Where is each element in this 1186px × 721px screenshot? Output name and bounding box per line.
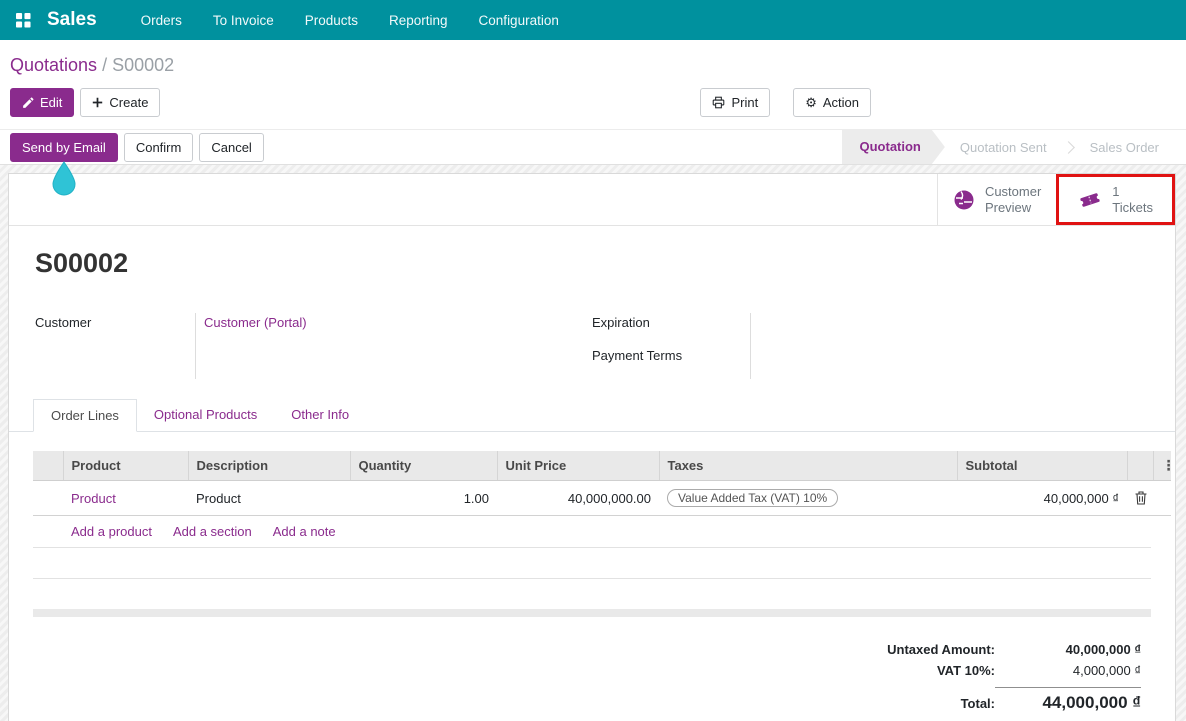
breadcrumb-separator: / xyxy=(102,55,112,75)
statusbar-buttons: Send by Email Confirm Cancel xyxy=(10,133,264,162)
tap-indicator-drop-icon xyxy=(49,160,79,198)
breadcrumb: Quotations / S00002 xyxy=(10,54,1176,76)
top-navbar: Sales Orders To Invoice Products Reporti… xyxy=(0,0,1186,40)
expiration-field-label: Expiration xyxy=(592,313,750,346)
nav-item-reporting[interactable]: Reporting xyxy=(389,13,448,28)
order-line-subtotal: 40,000,000 ₫ xyxy=(957,481,1127,516)
customer-preview-button[interactable]: Customer Preview xyxy=(937,174,1056,225)
vat-value: 4,000,000 ₫ xyxy=(995,663,1141,678)
nav-item-configuration[interactable]: Configuration xyxy=(479,13,559,28)
stat-button-box: Customer Preview 1 Tickets xyxy=(9,174,1175,226)
table-footer-links: Add a product Add a section Add a note xyxy=(33,516,1151,548)
pencil-icon xyxy=(22,97,34,109)
order-line-unit-price: 40,000,000.00 xyxy=(497,481,659,516)
form-sheet: Customer Preview 1 Tickets xyxy=(8,173,1176,721)
description-column-header: Description xyxy=(188,451,350,481)
field-group-right: Expiration Payment Terms xyxy=(592,313,1149,379)
send-by-email-button[interactable]: Send by Email xyxy=(10,133,118,162)
sales-quotation-page: Sales Orders To Invoice Products Reporti… xyxy=(0,0,1186,721)
gear-icon: ⚙ xyxy=(805,96,817,109)
customer-field-value[interactable]: Customer (Portal) xyxy=(204,315,307,330)
expiration-field-value xyxy=(759,313,1149,346)
printer-icon xyxy=(712,96,725,109)
unit-price-column-header: Unit Price xyxy=(497,451,659,481)
section-divider xyxy=(33,609,1151,617)
handle-column-header xyxy=(33,451,63,481)
control-panel-buttons: Edit Create Print ⚙ Action xyxy=(10,88,1176,129)
optional-columns-button[interactable]: ⋮ xyxy=(1153,451,1171,481)
totals-panel: Untaxed Amount: 40,000,000 ₫ VAT 10%: 4,… xyxy=(801,639,1141,716)
statusbar: Send by Email Confirm Cancel Quotation Q… xyxy=(0,129,1186,165)
row-handle-cell xyxy=(33,481,63,516)
status-step-quotation[interactable]: Quotation xyxy=(842,130,945,164)
add-a-note-link[interactable]: Add a note xyxy=(273,524,336,539)
tax-badge: Value Added Tax (VAT) 10% xyxy=(667,489,838,507)
payment-terms-field-value xyxy=(759,346,1149,379)
apps-grid-icon[interactable] xyxy=(16,13,31,28)
globe-icon xyxy=(953,189,975,211)
nav-item-to-invoice[interactable]: To Invoice xyxy=(213,13,274,28)
annotation-red-box: 1 Tickets xyxy=(1056,174,1175,225)
print-button[interactable]: Print xyxy=(700,88,770,117)
table-header-row: Product Description Quantity Unit Price … xyxy=(33,451,1171,481)
confirm-button[interactable]: Confirm xyxy=(124,133,194,162)
customer-field-label: Customer xyxy=(35,313,195,346)
add-a-product-link[interactable]: Add a product xyxy=(71,524,152,539)
ticket-icon xyxy=(1078,189,1102,211)
record-name: S00002 xyxy=(35,248,1175,279)
tab-order-lines[interactable]: Order Lines xyxy=(33,399,137,432)
untaxed-amount-label: Untaxed Amount: xyxy=(801,642,995,657)
untaxed-amount-value: 40,000,000 ₫ xyxy=(995,642,1141,657)
action-button[interactable]: ⚙ Action xyxy=(793,88,871,117)
edit-button[interactable]: Edit xyxy=(10,88,74,117)
app-name[interactable]: Sales xyxy=(47,9,97,31)
record-actions: Print ⚙ Action xyxy=(700,88,871,117)
order-line-quantity: 1.00 xyxy=(350,481,497,516)
order-line-row[interactable]: Product Product 1.00 40,000,000.00 Value… xyxy=(33,481,1171,516)
add-a-section-link[interactable]: Add a section xyxy=(173,524,252,539)
control-panel: Quotations / S00002 Edit Create Print xyxy=(0,40,1186,129)
breadcrumb-current: S00002 xyxy=(112,55,174,75)
customer-preview-label: Customer Preview xyxy=(985,184,1041,215)
nav-menu: Orders To Invoice Products Reporting Con… xyxy=(141,13,559,28)
vat-label: VAT 10%: xyxy=(801,663,995,678)
trash-icon xyxy=(1135,491,1145,505)
cancel-button[interactable]: Cancel xyxy=(199,133,263,162)
total-label: Total: xyxy=(801,696,995,711)
tickets-stat-button[interactable]: 1 Tickets xyxy=(1059,177,1172,222)
payment-terms-field-label: Payment Terms xyxy=(592,346,750,379)
status-pipeline: Quotation Quotation Sent Sales Order xyxy=(842,130,1175,164)
order-lines-table: Product Description Quantity Unit Price … xyxy=(33,451,1171,516)
subtotal-column-header: Subtotal xyxy=(957,451,1127,481)
trash-column-header xyxy=(1127,451,1153,481)
notebook-tabs: Order Lines Optional Products Other Info xyxy=(9,399,1175,432)
field-group: Customer Customer (Portal) Expiration Pa… xyxy=(35,313,1149,379)
nav-item-products[interactable]: Products xyxy=(305,13,358,28)
total-value: 44,000,000 ₫ xyxy=(995,687,1141,713)
field-group-left: Customer Customer (Portal) xyxy=(35,313,592,379)
form-view-background: Customer Preview 1 Tickets xyxy=(0,165,1186,721)
product-column-header: Product xyxy=(63,451,188,481)
tickets-label: 1 Tickets xyxy=(1112,184,1153,215)
quantity-column-header: Quantity xyxy=(350,451,497,481)
vertical-dots-icon: ⋮ xyxy=(1162,457,1176,473)
nav-item-orders[interactable]: Orders xyxy=(141,13,182,28)
delete-line-button[interactable] xyxy=(1127,481,1153,516)
tab-optional-products[interactable]: Optional Products xyxy=(137,399,274,431)
notebook: Order Lines Optional Products Other Info… xyxy=(9,399,1175,579)
empty-table-space xyxy=(33,548,1151,579)
tab-other-info[interactable]: Other Info xyxy=(274,399,366,431)
breadcrumb-quotations[interactable]: Quotations xyxy=(10,55,97,75)
status-step-quotation-sent[interactable]: Quotation Sent xyxy=(945,140,1062,155)
order-line-product-link[interactable]: Product xyxy=(71,491,116,506)
chevron-right-icon xyxy=(1062,141,1075,154)
order-line-description: Product xyxy=(188,481,350,516)
status-step-sales-order[interactable]: Sales Order xyxy=(1075,140,1174,155)
plus-icon xyxy=(92,97,103,108)
create-button[interactable]: Create xyxy=(80,88,160,117)
taxes-column-header: Taxes xyxy=(659,451,957,481)
